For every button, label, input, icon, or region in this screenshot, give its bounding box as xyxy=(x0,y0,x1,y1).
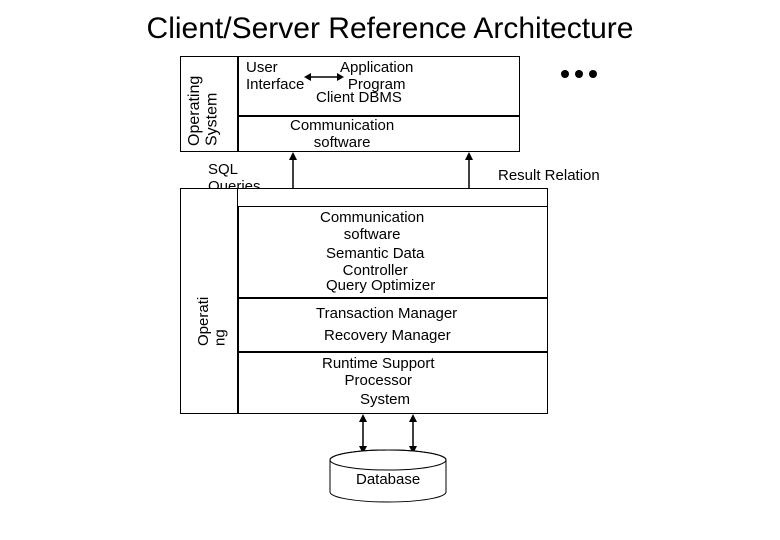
client-comm-label: Communication software xyxy=(290,118,394,151)
client-dbms-label: Client DBMS xyxy=(316,90,402,107)
server-os-label: Operati ng xyxy=(196,276,229,346)
query-optimizer-label: Query Optimizer xyxy=(326,278,435,295)
semantic-controller-label: Semantic Data Controller xyxy=(326,246,424,279)
ellipsis-icon xyxy=(558,65,600,83)
server-comm-label: Communication software xyxy=(320,210,424,243)
page-title: Client/Server Reference Architecture xyxy=(0,12,780,45)
client-os-label: Operating System xyxy=(186,62,221,146)
result-relation-label: Result Relation xyxy=(498,168,600,185)
database-label: Database xyxy=(356,472,420,489)
diagram-root: Client/Server Reference Architecture Ope… xyxy=(0,0,780,540)
recovery-manager-label: Recovery Manager xyxy=(324,328,451,345)
user-interface-label: User Interface xyxy=(246,60,304,93)
ui-app-arrow xyxy=(304,70,344,84)
system-label: System xyxy=(360,392,410,409)
txn-manager-label: Transaction Manager xyxy=(316,306,457,323)
runtime-label: Runtime Support Processor xyxy=(322,356,435,389)
